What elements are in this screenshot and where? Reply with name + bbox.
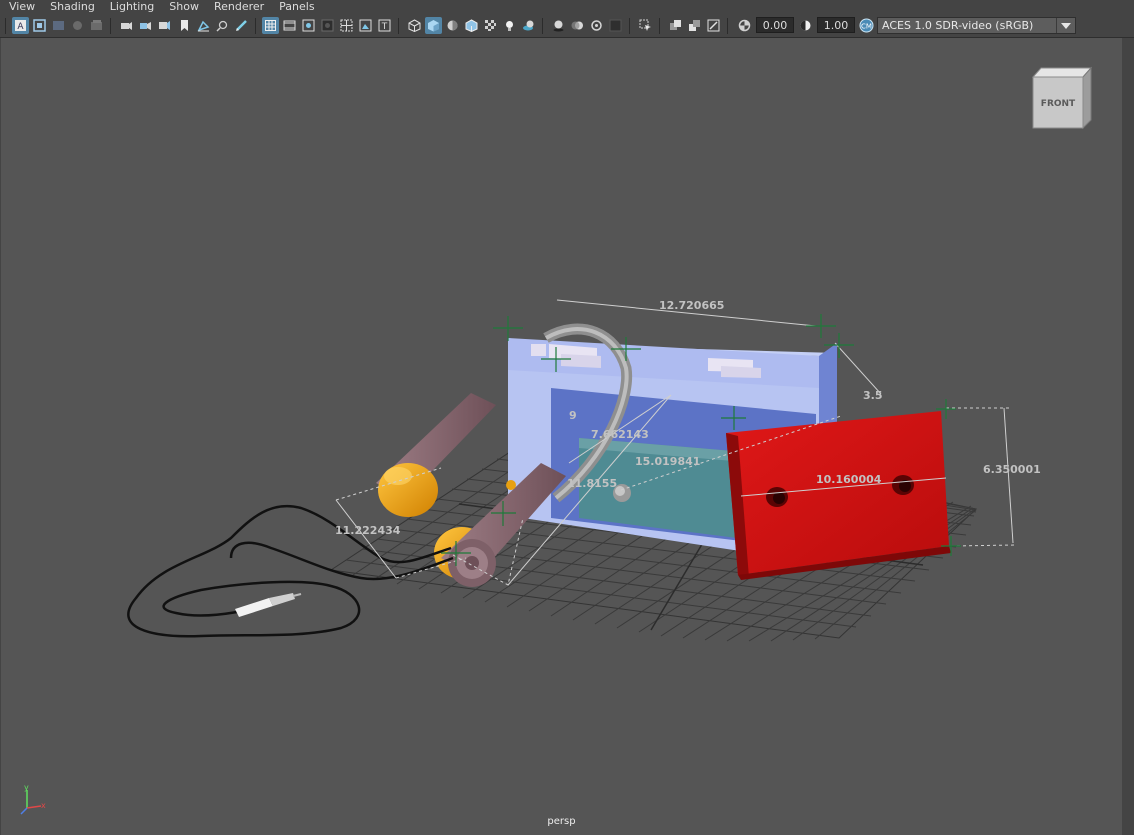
dim-cassette-width: 10.160004 (816, 473, 882, 486)
audio-jack (235, 593, 302, 617)
menu-panels[interactable]: Panels (270, 0, 320, 14)
3d-viewport[interactable]: 12.720665 3.5 7.662143 15.019841 11.8155… (1, 38, 1122, 835)
menu-lighting[interactable]: Lighting (101, 0, 160, 14)
xray-icon[interactable] (482, 17, 499, 34)
backface-culling-icon[interactable] (705, 17, 722, 34)
gamma-field[interactable]: 1.00 (817, 17, 855, 33)
exposure-icon[interactable] (736, 17, 753, 34)
dim-headphone-span: 11.222434 (335, 524, 401, 537)
xray-active-components-icon[interactable] (686, 17, 703, 34)
svg-text:A: A (17, 22, 24, 32)
grease-pencil-icon[interactable] (214, 17, 231, 34)
film-gate-toggle-icon[interactable] (281, 17, 298, 34)
bookmark-camera-icon[interactable] (137, 17, 154, 34)
toolbar-separator (5, 18, 6, 34)
menu-show[interactable]: Show (160, 0, 205, 14)
color-management-toggle-icon[interactable]: CM (858, 17, 875, 34)
toolbar-separator (255, 18, 256, 34)
motion-blur-icon[interactable] (569, 17, 586, 34)
dim-player-depth: 3.5 (863, 389, 883, 402)
paint-pencil-icon[interactable] (233, 17, 250, 34)
safe-action-icon[interactable] (357, 17, 374, 34)
isolate-select-icon[interactable] (637, 17, 654, 34)
axis-gizmo: y x (20, 783, 46, 815)
axis-x-label: x (41, 801, 46, 810)
cassette-tape (726, 411, 951, 580)
shadows-icon[interactable] (520, 17, 537, 34)
toolbar-separator (727, 18, 728, 34)
depth-of-field-icon[interactable] (607, 17, 624, 34)
smooth-shade-icon[interactable] (425, 17, 442, 34)
bookmark-icon[interactable] (176, 17, 193, 34)
xray-joints-icon[interactable] (667, 17, 684, 34)
headphone-cable (127, 504, 454, 638)
toolbar-separator (659, 18, 660, 34)
safe-title-icon[interactable]: T (376, 17, 393, 34)
camera-name-label: persp (547, 816, 576, 827)
dim-player-edge: 11.8155 (567, 477, 617, 490)
wireframe-icon[interactable] (406, 17, 423, 34)
menu-shading[interactable]: Shading (41, 0, 101, 14)
frame-selection-icon[interactable] (31, 17, 48, 34)
camera-attributes-icon[interactable] (118, 17, 135, 34)
anti-aliasing-icon[interactable] (588, 17, 605, 34)
scene-canvas: 12.720665 3.5 7.662143 15.019841 11.8155… (20, 66, 1093, 815)
viewport-toolbar: A T 0.00 1.00 CM ACES 1.0 SDR-video (sRG… (0, 14, 1134, 38)
axis-y-label: y (24, 783, 29, 792)
film-gate-icon[interactable] (88, 17, 105, 34)
color-management-dropdown[interactable]: ACES 1.0 SDR-video (sRGB) (877, 17, 1076, 34)
gate-mask-icon[interactable] (319, 17, 336, 34)
use-default-material-icon[interactable] (444, 17, 461, 34)
chevron-down-icon[interactable] (1056, 18, 1075, 33)
color-management-value: ACES 1.0 SDR-video (sRGB) (882, 19, 1034, 32)
resolution-gate-icon[interactable] (300, 17, 317, 34)
dim-player-small: 9 (569, 409, 577, 422)
svg-text:T: T (381, 22, 388, 32)
dim-player-height: 15.019841 (635, 455, 700, 468)
lights-icon[interactable] (501, 17, 518, 34)
panel-border (1123, 38, 1134, 835)
image-plane-camera-icon[interactable] (156, 17, 173, 34)
view-cube-face-label: FRONT (1041, 99, 1076, 109)
dim-cassette-height: 6.350001 (983, 463, 1041, 476)
exposure-field[interactable]: 0.00 (756, 17, 794, 33)
viewport-menubar: View Shading Lighting Show Renderer Panels (0, 0, 1134, 14)
screen-space-ao-icon[interactable] (550, 17, 567, 34)
2d-pan-zoom-icon[interactable] (195, 17, 212, 34)
toolbar-separator (542, 18, 543, 34)
menu-view[interactable]: View (0, 0, 41, 14)
toolbar-separator (398, 18, 399, 34)
toolbar-separator (110, 18, 111, 34)
grid-toggle-icon[interactable] (262, 17, 279, 34)
svg-text:CM: CM (861, 23, 872, 31)
gamma-icon[interactable] (797, 17, 814, 34)
select-camera-icon[interactable]: A (12, 17, 29, 34)
field-chart-icon[interactable] (338, 17, 355, 34)
toolbar-separator (629, 18, 630, 34)
view-cube[interactable]: FRONT (1031, 66, 1093, 130)
dim-player-diag: 7.662143 (591, 428, 649, 441)
image-plane-icon[interactable] (50, 17, 67, 34)
wireframe-on-shaded-icon[interactable] (463, 17, 480, 34)
menu-renderer[interactable]: Renderer (205, 0, 270, 14)
dim-player-width: 12.720665 (659, 299, 724, 312)
lock-camera-icon[interactable] (69, 17, 86, 34)
